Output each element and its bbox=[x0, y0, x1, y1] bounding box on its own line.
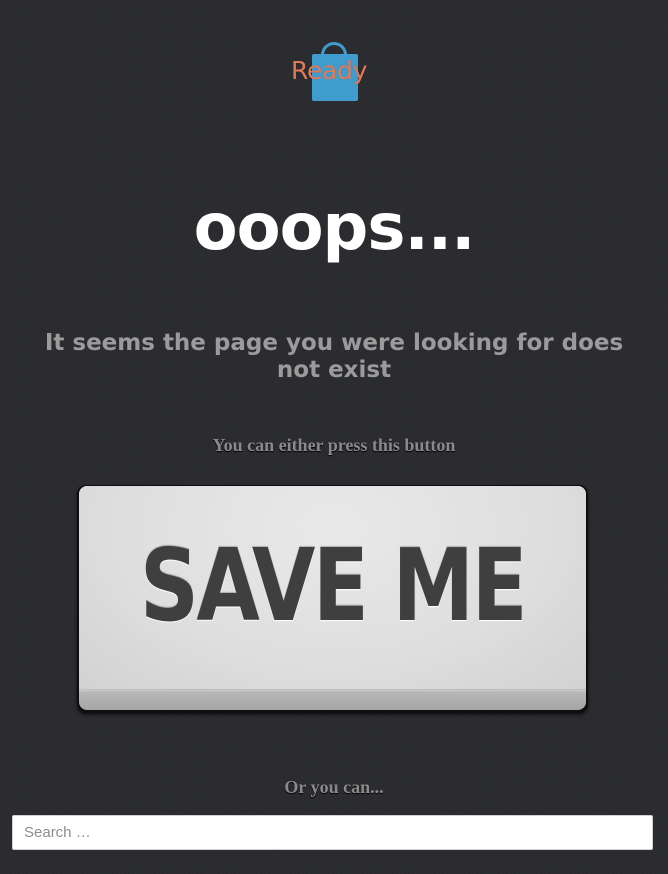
save-me-button[interactable]: SAVE ME bbox=[79, 486, 586, 710]
logo-text: Ready bbox=[291, 56, 368, 85]
save-button-face: SAVE ME bbox=[79, 486, 586, 690]
save-button-label: SAVE ME bbox=[139, 527, 528, 644]
button-prompt: You can either press this button bbox=[212, 435, 456, 455]
search-prompt: Or you can... bbox=[284, 777, 384, 797]
search-input[interactable] bbox=[12, 815, 653, 850]
site-logo[interactable]: Ready bbox=[291, 42, 383, 104]
error-message: It seems the page you were looking for d… bbox=[44, 330, 624, 383]
page-title: ooops... bbox=[193, 191, 476, 265]
